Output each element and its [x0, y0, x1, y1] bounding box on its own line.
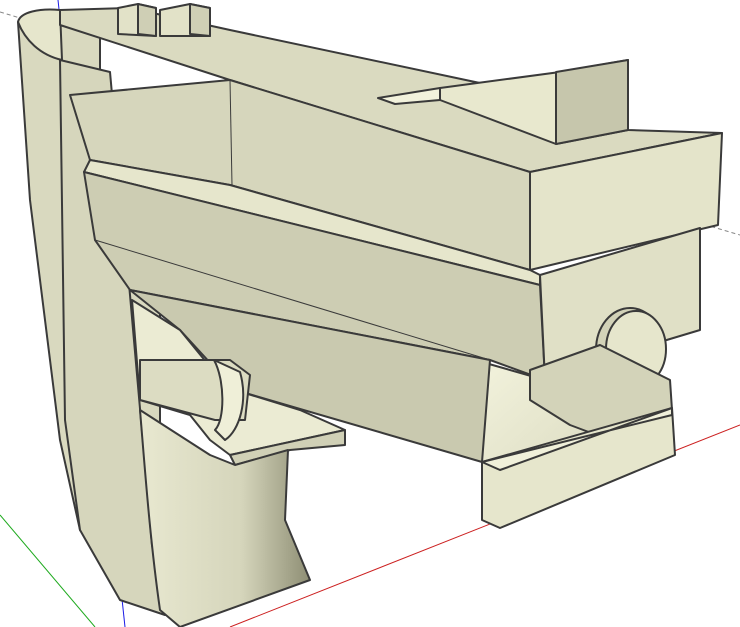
top-rib-right-side: [189, 3, 211, 37]
model-scene[interactable]: [0, 0, 740, 627]
3d-viewport[interactable]: [0, 0, 740, 627]
hidden-axis-guide-left: [0, 11, 21, 19]
top-rib-left-side: [137, 3, 157, 37]
raised-top-box-front: [555, 59, 629, 145]
